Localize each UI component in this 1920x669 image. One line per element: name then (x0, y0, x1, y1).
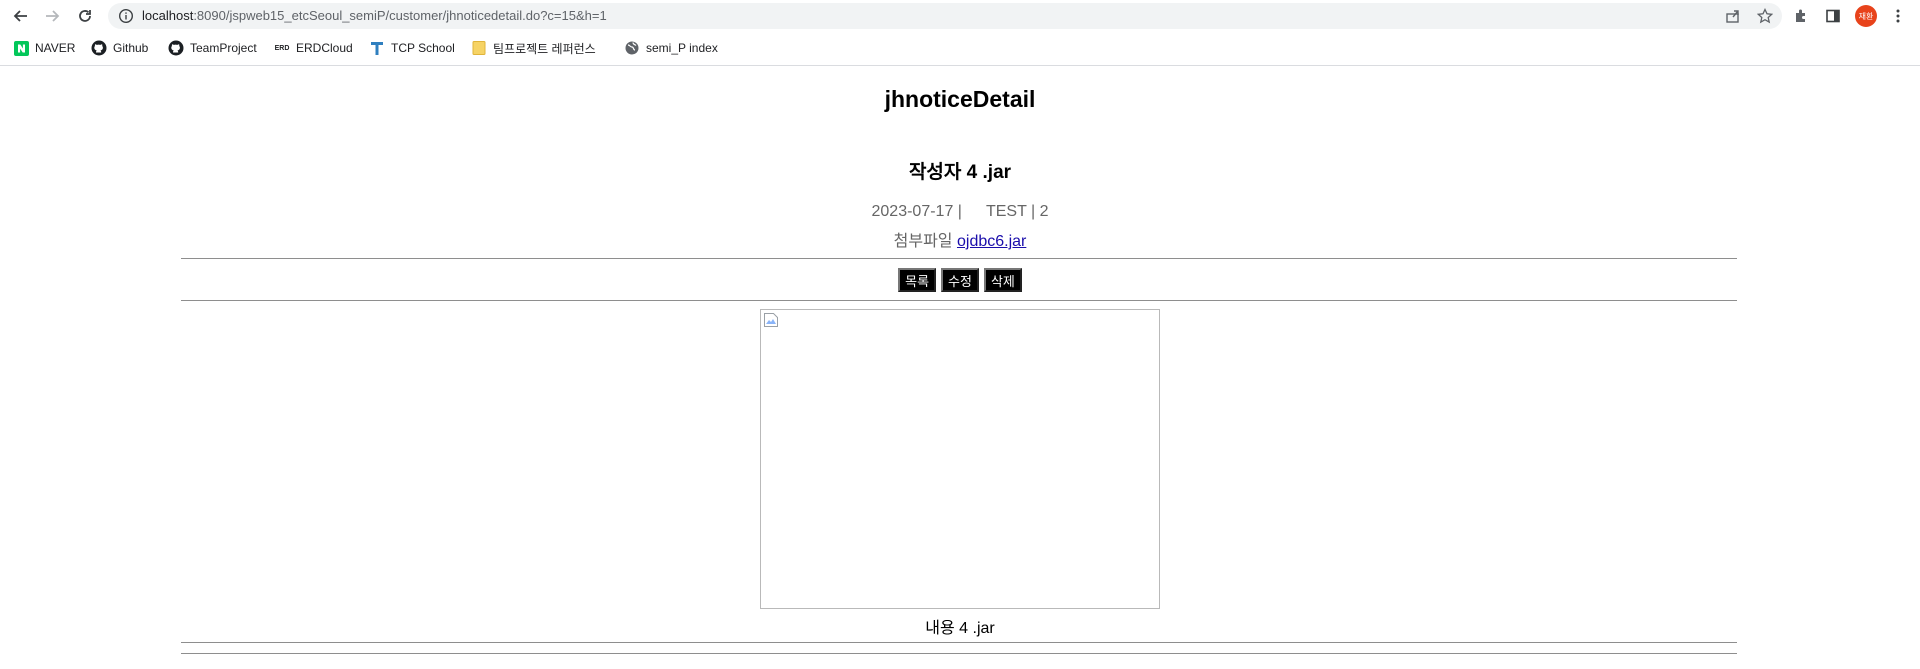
bookmark-label: ERDCloud (296, 41, 353, 55)
bookmark-teamproject[interactable]: TeamProject (168, 38, 257, 58)
action-buttons: 목록 수정 삭제 (0, 268, 1920, 292)
naver-icon (13, 40, 29, 56)
extensions-icon[interactable] (1790, 5, 1812, 27)
bookmark-tcp-school[interactable]: TCP School (369, 38, 455, 58)
bookmark-star-icon[interactable] (1756, 7, 1774, 25)
attachment-link[interactable]: ojdbc6.jar (957, 233, 1026, 250)
url-path: :8090/jspweb15_etcSeoul_semiP/customer/j… (193, 8, 607, 23)
notice-meta: 2023-07-17 | TEST | 2 (0, 203, 1920, 221)
bookmark-label: TCP School (391, 41, 455, 55)
notice-content: 내용 4 .jar (925, 620, 995, 637)
github-icon (91, 40, 107, 56)
site-info-icon[interactable] (118, 8, 134, 24)
back-arrow-icon[interactable] (10, 5, 32, 27)
erd-icon: ERD (274, 44, 290, 52)
forward-arrow-icon[interactable] (41, 5, 63, 27)
bookmark-label: NAVER (35, 41, 76, 55)
bookmark-semi-p-index[interactable]: semi_P index (624, 38, 718, 58)
github-icon (168, 40, 184, 56)
list-button[interactable]: 목록 (898, 268, 937, 292)
notice-subject: 작성자 4 .jar (908, 162, 1012, 183)
bookmarks-bar: NAVER Github TeamProject ERD ERDCloud TC… (0, 32, 1920, 66)
folder-icon (471, 40, 487, 56)
divider (181, 642, 1737, 643)
bookmark-label: TeamProject (190, 41, 257, 55)
notice-image (760, 309, 1160, 609)
browser-toolbar: localhost:8090/jspweb15_etcSeoul_semiP/c… (0, 0, 1920, 32)
globe-icon (624, 40, 640, 56)
bookmark-naver[interactable]: NAVER (13, 38, 75, 58)
share-icon[interactable] (1724, 7, 1742, 25)
side-panel-icon[interactable] (1822, 5, 1844, 27)
bookmark-github[interactable]: Github (91, 38, 148, 58)
page-title: jhnoticeDetail (884, 86, 1036, 112)
url-host: localhost (142, 8, 194, 23)
notice-writer-hit: TEST | 2 (985, 203, 1049, 220)
bookmark-label: semi_P index (646, 41, 718, 55)
edit-button[interactable]: 수정 (941, 268, 979, 292)
reload-icon[interactable] (74, 5, 96, 27)
url-text[interactable]: localhost:8090/jspweb15_etcSeoul_semiP/c… (142, 8, 607, 23)
page-body: jhnoticeDetail 작성자 4 .jar 2023-07-17 | TE… (0, 66, 1920, 669)
profile-avatar[interactable]: 재환 (1855, 5, 1877, 27)
bookmark-label: 팀프로젝트 레퍼런스 (493, 41, 596, 56)
broken-image-icon (764, 313, 778, 327)
address-bar[interactable]: localhost:8090/jspweb15_etcSeoul_semiP/c… (108, 3, 1782, 29)
more-menu-icon[interactable] (1887, 5, 1909, 27)
divider (181, 258, 1737, 259)
tcp-icon (369, 40, 385, 56)
bookmark-erdcloud[interactable]: ERD ERDCloud (274, 38, 353, 58)
bookmark-team-reference[interactable]: 팀프로젝트 레퍼런스 (471, 38, 596, 58)
delete-button[interactable]: 삭제 (983, 268, 1022, 292)
attachment-row: 첨부파일 ojdbc6.jar (0, 227, 1920, 251)
bookmark-label: Github (113, 41, 149, 55)
notice-date: 2023-07-17 | (871, 203, 962, 220)
divider (181, 300, 1737, 301)
divider (181, 653, 1737, 654)
attachment-label: 첨부파일 (893, 233, 953, 250)
